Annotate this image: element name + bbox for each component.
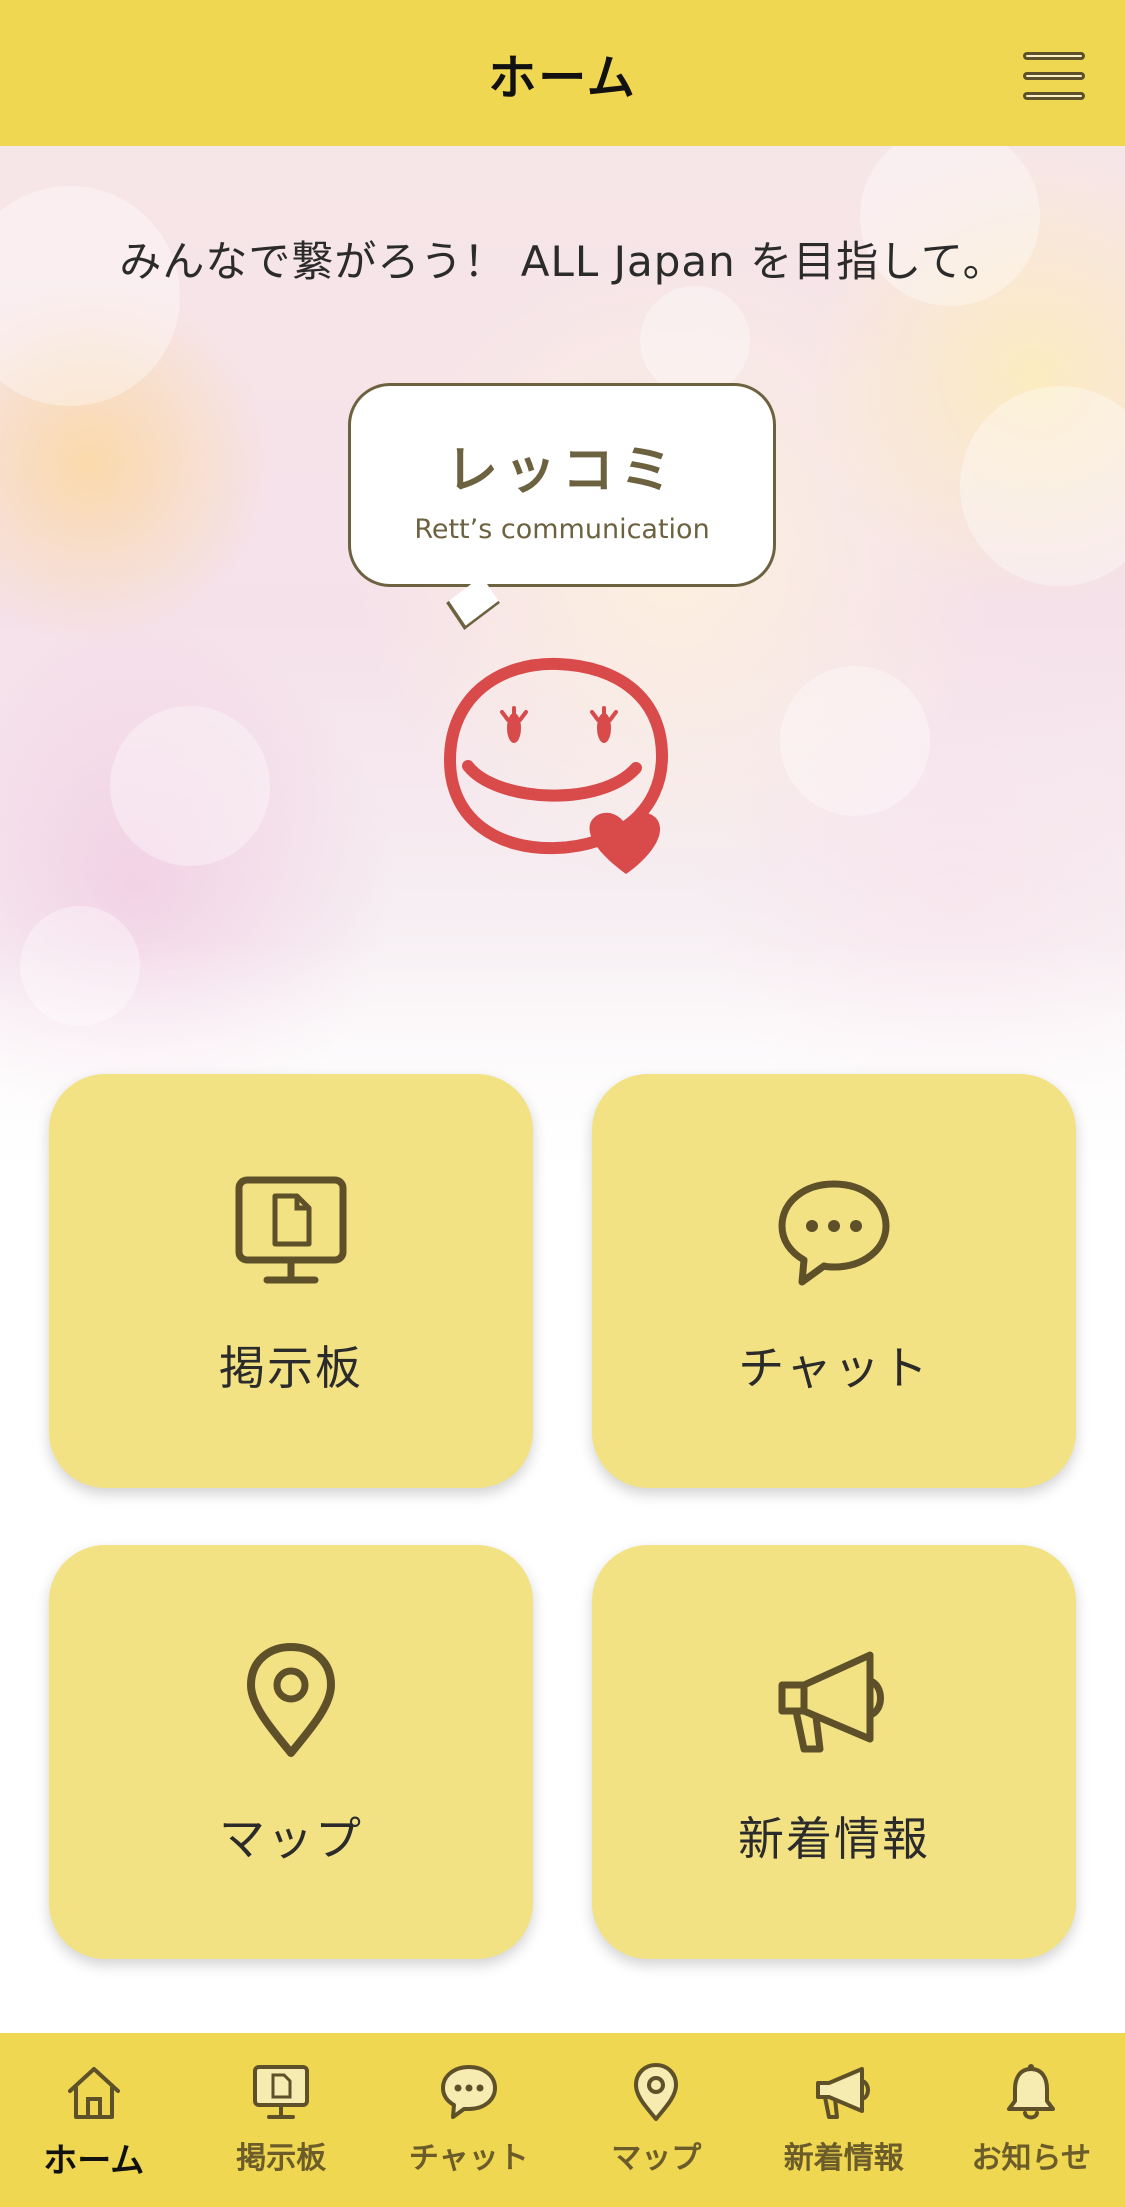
tab-label: 新着情報: [783, 2141, 904, 2176]
bulletin-board-tile[interactable]: 掲示板: [49, 1074, 533, 1488]
tab-notifications[interactable]: お知らせ: [938, 2033, 1125, 2207]
tile-label: 新着情報: [738, 1812, 930, 1866]
tab-label: マップ: [611, 2141, 702, 2176]
tab-bulletin-board[interactable]: 掲示板: [188, 2033, 376, 2207]
bulletin-board-icon: [235, 1176, 347, 1284]
home-icon: [67, 2067, 120, 2119]
tile-label: 掲示板: [219, 1341, 363, 1395]
megaphone-icon: [778, 1651, 884, 1753]
tab-chat[interactable]: チャット: [375, 2033, 563, 2207]
map-pin-icon: [247, 1643, 335, 1757]
app-logo-subtitle: Rett’s communication: [414, 514, 710, 545]
chat-bubble-icon: [778, 1180, 890, 1286]
app-header: ホーム: [0, 0, 1125, 146]
tab-home[interactable]: ホーム: [0, 2033, 188, 2207]
tab-label: チャット: [408, 2141, 529, 2176]
app-logo-title: レッコミ: [445, 441, 678, 501]
smiley-heart-icon: [443, 657, 669, 874]
news-tile[interactable]: 新着情報: [592, 1545, 1076, 1959]
hamburger-menu-icon[interactable]: [1023, 52, 1085, 100]
tagline: みんなで繋がろう！ ALL Japan を目指して。: [119, 237, 1006, 286]
page-title: ホーム: [488, 50, 637, 106]
map-tile[interactable]: マップ: [49, 1545, 533, 1959]
speech-bubble-logo: レッコミ Rett’s communication: [348, 383, 776, 630]
megaphone-icon: [815, 2067, 870, 2119]
map-pin-icon: [634, 2063, 679, 2121]
tab-label: 掲示板: [236, 2141, 327, 2176]
bottom-tab-bar: ホーム 掲示板 チャット マップ 新着情報 お知らせ: [0, 2033, 1125, 2207]
bulletin-board-icon: [253, 2065, 310, 2119]
bell-icon: [1007, 2064, 1056, 2120]
tab-label: ホーム: [43, 2141, 145, 2181]
hero-banner: みんなで繋がろう！ ALL Japan を目指して。 レッコミ Rett’s c…: [0, 146, 1125, 1200]
tab-news[interactable]: 新着情報: [750, 2033, 938, 2207]
tab-label: お知らせ: [971, 2141, 1091, 2176]
chat-tile[interactable]: チャット: [592, 1074, 1076, 1488]
tile-label: マップ: [219, 1812, 363, 1866]
tile-label: チャット: [738, 1341, 930, 1395]
chat-bubble-icon: [440, 2065, 497, 2119]
tab-map[interactable]: マップ: [563, 2033, 751, 2207]
